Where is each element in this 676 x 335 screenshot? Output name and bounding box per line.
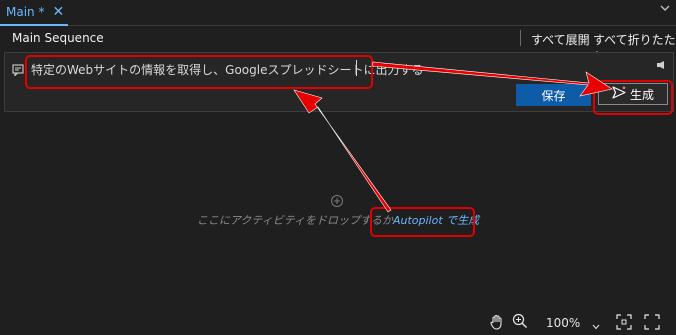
zoom-level[interactable]: 100% xyxy=(546,316,580,330)
chevron-down-icon[interactable] xyxy=(592,319,600,333)
prompt-input[interactable]: 特定のWebサイトの情報を取得し、Googleスプレッドシートに出力する xyxy=(31,61,423,78)
tab-label: Main * xyxy=(6,5,45,19)
text-caret xyxy=(356,60,357,76)
close-icon[interactable]: ✕ xyxy=(52,5,64,19)
sequence-title: Main Sequence xyxy=(12,31,104,45)
zoom-toolbar: 100% xyxy=(486,311,676,335)
sequence-header: Main Sequence すべて展開 すべて折りたたむ xyxy=(0,26,676,64)
autopilot-link[interactable]: Autopilot で生成 xyxy=(393,214,479,227)
autopilot-prompt-panel: 特定のWebサイトの情報を取得し、Googleスプレッドシートに出力する 保存 … xyxy=(4,52,674,112)
zoom-in-icon[interactable] xyxy=(512,313,528,332)
fit-icon[interactable] xyxy=(616,314,632,333)
comment-icon xyxy=(12,64,24,79)
speaker-icon[interactable] xyxy=(657,58,667,72)
drop-hint: ここにアクティビティをドロップするかAutopilot で生成 xyxy=(0,212,676,228)
chevron-down-icon[interactable] xyxy=(658,3,672,17)
fullscreen-icon[interactable] xyxy=(644,314,660,333)
tab-bar: Main * ✕ xyxy=(0,0,676,26)
generate-label: 生成 xyxy=(629,87,654,102)
expand-all-button[interactable]: すべて展開 xyxy=(531,31,590,48)
designer-canvas[interactable]: ここにアクティビティをドロップするかAutopilot で生成 100% xyxy=(0,112,676,335)
drop-hint-text: ここにアクティビティをドロップするか xyxy=(196,214,393,227)
tab-main[interactable]: Main * ✕ xyxy=(0,0,68,26)
generate-button[interactable]: 生成 xyxy=(598,83,668,105)
save-button[interactable]: 保存 xyxy=(516,84,591,106)
header-divider xyxy=(520,30,521,46)
add-icon[interactable] xyxy=(330,194,344,211)
hand-icon[interactable] xyxy=(490,314,504,333)
send-icon xyxy=(612,86,626,102)
